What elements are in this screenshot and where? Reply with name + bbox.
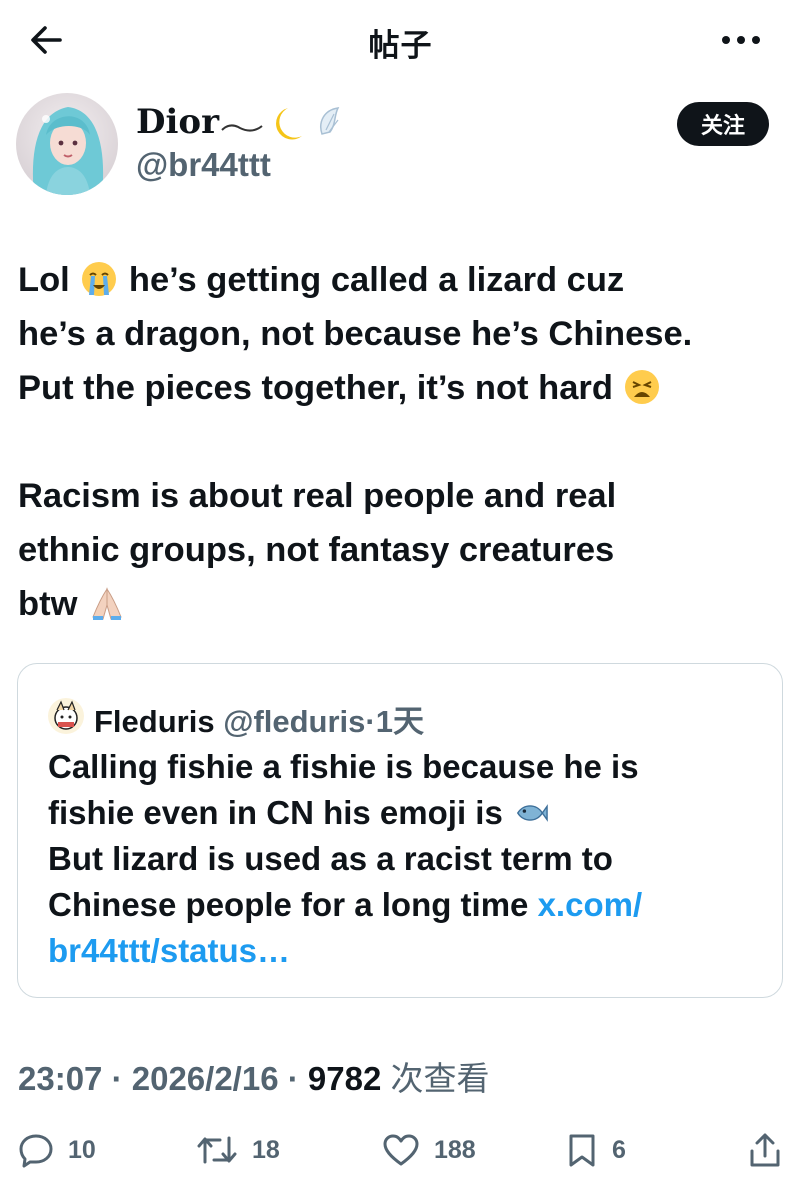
quoted-link-continued[interactable]: br44ttt/status… — [48, 932, 290, 969]
post-line: he’s a dragon, not because he’s Chinese. — [18, 315, 693, 353]
avatar-image — [16, 93, 118, 195]
avatar[interactable] — [16, 93, 118, 195]
fish-emoji-icon — [516, 804, 548, 822]
quoted-text: Calling fishie a fishie is because he is… — [48, 744, 768, 974]
separator-dot: · — [365, 704, 376, 739]
loudly-crying-emoji-icon — [82, 262, 117, 296]
repost-icon — [197, 1136, 237, 1164]
like-count: 188 — [434, 1135, 476, 1164]
quoted-avatar-image — [48, 698, 84, 734]
quoted-avatar[interactable] — [48, 698, 84, 734]
post-line: Put the pieces together, it’s not hard — [18, 369, 613, 407]
more-icon — [722, 36, 760, 44]
display-name[interactable]: Dior — [136, 102, 219, 142]
quoted-line: But lizard is used as a racist term to — [48, 840, 613, 877]
bookmark-icon — [569, 1134, 595, 1167]
like-icon — [383, 1134, 419, 1166]
reply-icon — [19, 1134, 53, 1168]
quoted-line: fishie even in CN his emoji is — [48, 794, 503, 831]
reply-count: 10 — [68, 1135, 96, 1164]
post-line: ethnic groups, not fantasy creatures — [18, 531, 615, 569]
top-bar: 帖子 — [0, 0, 801, 78]
post-line: Racism is about real people and real — [18, 477, 617, 515]
action-bar: 10 18 188 6 — [0, 1122, 801, 1178]
follow-button[interactable]: 关注 — [677, 102, 769, 146]
folded-hands-emoji-icon — [92, 587, 122, 620]
post-meta: 23:07 · 2026/2/16 · 9782 次查看 — [18, 1052, 490, 1100]
post-line: he’s getting called a lizard cuz — [128, 261, 625, 299]
share-icon — [750, 1133, 780, 1167]
quoted-age: 1天 — [375, 704, 424, 739]
reply-button[interactable]: 10 — [18, 1122, 96, 1178]
post-time: 23:07 — [18, 1060, 103, 1097]
author-handle[interactable]: @br44ttt — [136, 146, 271, 184]
quoted-line: Chinese people for a long time — [48, 886, 529, 923]
quoted-header: Fleduris @fleduris·1天 — [94, 696, 424, 741]
quoted-display-name[interactable]: Fleduris — [94, 704, 215, 739]
quoted-link[interactable]: x.com/ — [538, 886, 643, 923]
quoted-line: Calling fishie a fishie is because he is — [48, 748, 639, 785]
post-date: 2026/2/16 — [131, 1060, 279, 1097]
separator-dot: · — [111, 1060, 123, 1097]
page-title: 帖子 — [368, 28, 433, 63]
quoted-handle[interactable]: @fleduris — [223, 704, 365, 739]
bookmark-button[interactable]: 6 — [566, 1122, 626, 1178]
post-line: Lol — [18, 261, 70, 299]
post-text: Lol he’s getting called a lizard cuz he’… — [18, 253, 788, 631]
view-label: 次查看 — [390, 1060, 490, 1097]
bookmark-count: 6 — [612, 1135, 626, 1164]
share-button[interactable] — [748, 1122, 782, 1178]
repost-count: 18 — [252, 1135, 280, 1164]
post-line: btw — [18, 585, 78, 623]
quoted-post[interactable]: Fleduris @fleduris·1天 Calling fishie a f… — [17, 663, 783, 998]
weary-face-emoji-icon — [625, 370, 660, 404]
name-decoration-icon — [221, 107, 340, 140]
repost-button[interactable]: 18 — [196, 1122, 280, 1178]
more-button[interactable] — [716, 20, 766, 60]
separator-dot: · — [287, 1060, 299, 1097]
view-count[interactable]: 9782 — [308, 1060, 381, 1097]
like-button[interactable]: 188 — [382, 1122, 476, 1178]
